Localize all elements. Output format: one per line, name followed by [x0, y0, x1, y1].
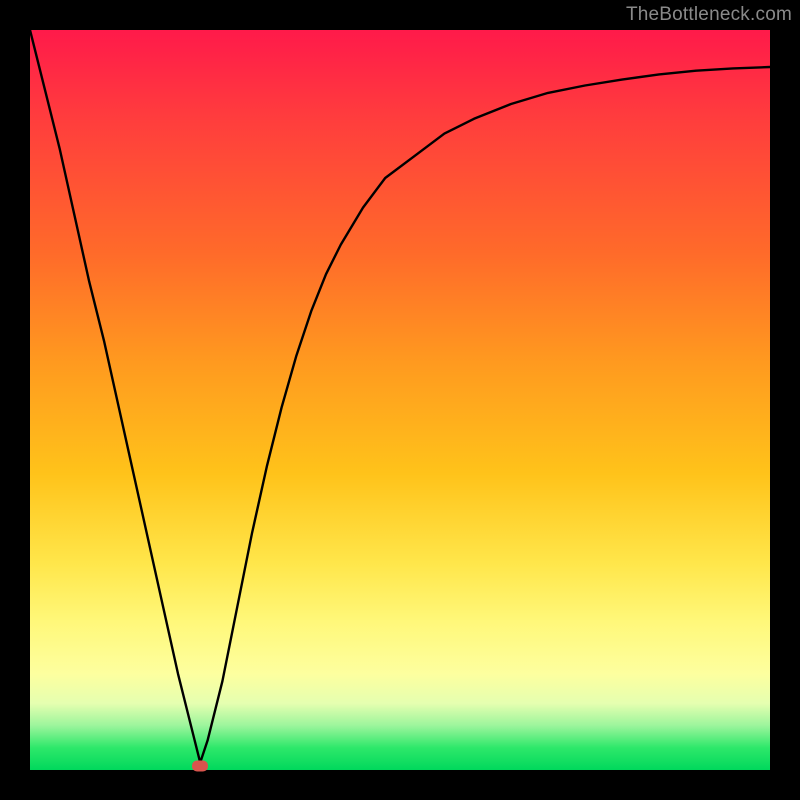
chart-frame: TheBottleneck.com [0, 0, 800, 800]
plot-area [30, 30, 770, 770]
optimal-point-marker [192, 761, 208, 772]
bottleneck-curve [30, 30, 770, 770]
watermark-text: TheBottleneck.com [626, 4, 792, 26]
